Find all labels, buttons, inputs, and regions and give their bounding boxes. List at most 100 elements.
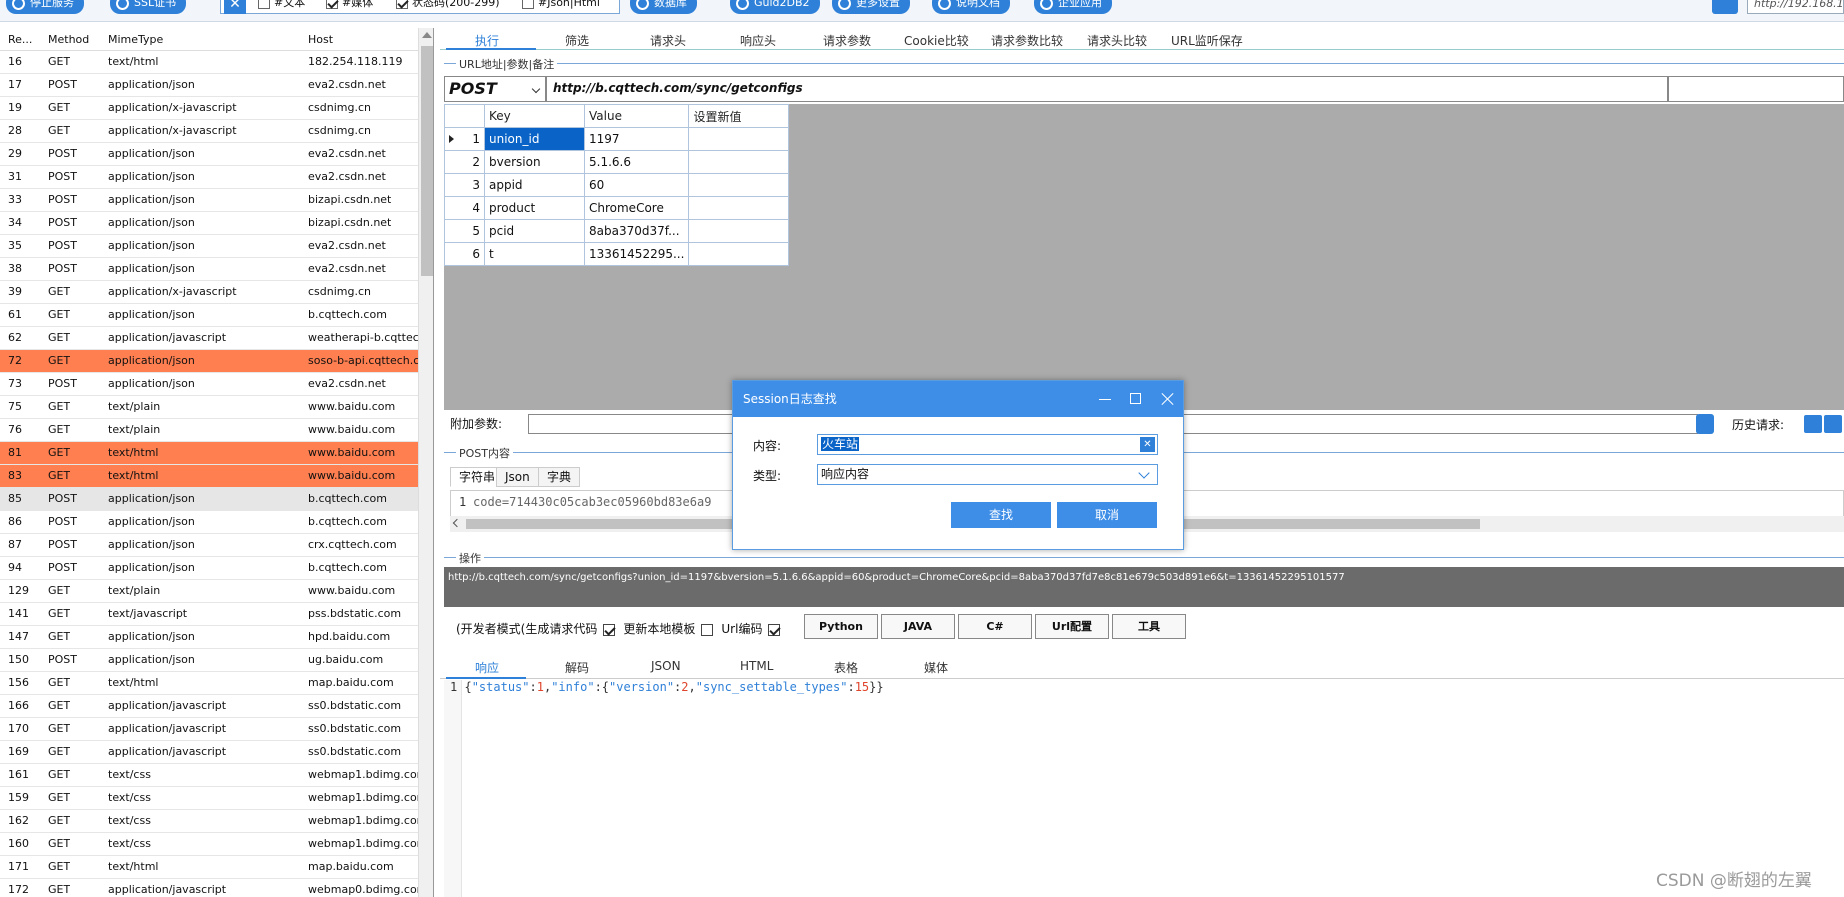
params-header-key[interactable]: Key [484,104,585,128]
param-key-cell[interactable]: product [484,196,585,220]
session-row[interactable]: 75 GET text/plain www.baidu.com [0,396,418,419]
params-header-new[interactable]: 设置新值 [688,104,790,128]
maximize-icon[interactable] [1130,393,1141,404]
url-encode-checkbox[interactable] [768,623,781,636]
session-row[interactable]: 166 GET application/javascript ss0.bdstatic… [0,695,418,718]
session-row[interactable]: 150 POST application/json ug.baidu.com [0,649,418,672]
session-row[interactable]: 159 GET text/css webmap1.bdimg.com [0,787,427,810]
session-row[interactable]: 33 POST application/json bizapi.csdn.net [0,189,418,212]
session-row[interactable]: 16 GET text/html 182.254.118.119 [0,51,418,74]
session-row[interactable]: 129 GET text/plain www.baidu.com [0,580,418,603]
tab-response[interactable]: 响应 [475,659,499,676]
tab-post-dict[interactable]: 字典 [538,467,581,487]
update-template-checkbox[interactable] [701,623,714,636]
param-value-cell[interactable]: 60 [583,173,690,197]
param-value-cell[interactable]: 5.1.6.6 [583,150,690,174]
param-row[interactable]: 4 product ChromeCore [444,196,790,220]
scroll-left-icon[interactable] [452,518,462,528]
prev-history-icon[interactable] [1824,415,1842,433]
tab-cookie-compare[interactable]: Cookie比较 [904,32,969,49]
session-row[interactable]: 171 GET text/html map.baidu.com [0,856,418,879]
settings-icon[interactable] [1696,414,1714,434]
guid2db2-button[interactable]: Guid2DB2 [730,0,820,14]
session-row[interactable]: 61 GET application/json b.cqttech.com [0,304,418,327]
session-row[interactable]: 169 GET application/javascript ss0.bdstatic… [0,741,418,764]
session-row[interactable]: 72 GET application/json soso-b-api.cqttech.… [0,350,426,373]
param-row[interactable]: 6 t 13361452295... [444,242,790,266]
session-row[interactable]: 62 GET application/javascript weatherapi-b.… [0,327,429,350]
session-scrollbar[interactable] [418,28,433,897]
filter-text-checkbox[interactable]: #文本 [258,0,305,12]
col-header-method[interactable]: Method [48,33,89,46]
tab-request-headers[interactable]: 请求头 [650,32,686,49]
clear-icon[interactable]: ✕ [1140,437,1155,452]
param-key-cell[interactable]: t [484,242,585,266]
url-config-button[interactable]: Url配置 [1035,614,1109,639]
filter-json-checkbox[interactable]: #Json|Html [522,0,600,12]
param-value-cell[interactable]: 1197 [583,127,690,151]
session-row[interactable]: 156 GET text/html map.baidu.com [0,672,418,695]
minimize-icon[interactable] [1098,392,1112,406]
java-button[interactable]: JAVA [881,614,955,639]
tab-json[interactable]: JSON [651,659,681,673]
param-key-cell[interactable]: union_id [484,127,585,151]
tab-filter[interactable]: 筛选 [565,32,589,49]
tab-execute[interactable]: 执行 [475,32,499,49]
python-button[interactable]: Python [804,614,878,639]
tab-params-compare[interactable]: 请求参数比较 [991,32,1063,49]
url-input[interactable]: http://192.168.1 [1747,0,1844,14]
params-header-value[interactable]: Value [583,104,690,128]
first-history-icon[interactable] [1804,415,1822,433]
dev-mode-checkbox[interactable] [603,623,616,636]
tab-post-json[interactable]: Json [496,467,539,487]
tab-headers-compare[interactable]: 请求头比较 [1087,32,1147,49]
scroll-thumb[interactable] [421,46,433,276]
session-row[interactable]: 160 GET text/css webmap1.bdimg.com [0,833,427,856]
param-row[interactable]: 3 appid 60 [444,173,790,197]
session-row[interactable]: 86 POST application/json b.cqttech.com [0,511,418,534]
filter-media-checkbox[interactable]: #媒体 [326,0,373,12]
session-row[interactable]: 39 GET application/x-javascript csdnimg.cn [0,281,418,304]
session-row[interactable]: 76 GET text/plain www.baidu.com [0,419,418,442]
session-row[interactable]: 81 GET text/html www.baidu.com [0,442,418,465]
session-row[interactable]: 17 POST application/json eva2.csdn.net [0,74,418,97]
param-new-cell[interactable] [688,242,790,266]
session-row[interactable]: 83 GET text/html www.baidu.com [0,465,418,488]
session-row[interactable]: 31 POST application/json eva2.csdn.net [0,166,418,189]
param-row[interactable]: 2 bversion 5.1.6.6 [444,150,790,174]
session-row[interactable]: 87 POST application/json crx.cqttech.com [0,534,418,557]
param-new-cell[interactable] [688,173,790,197]
tab-request-params[interactable]: 请求参数 [823,32,871,49]
tab-decode[interactable]: 解码 [565,659,589,676]
param-new-cell[interactable] [688,150,790,174]
more-settings-button[interactable]: 更多设置 [832,0,910,14]
csharp-button[interactable]: C# [958,614,1032,639]
param-value-cell[interactable]: 8aba370d37f... [583,219,690,243]
database-button[interactable]: 数据库 [630,0,697,14]
url-extra-input[interactable] [1668,76,1844,102]
content-input[interactable]: 火车站 ✕ [817,434,1158,455]
docs-button[interactable]: 说明文档 [932,0,1010,14]
tab-url-monitor-save[interactable]: URL监听保存 [1171,32,1243,49]
ssl-cert-button[interactable]: SSL证书 [110,0,187,14]
param-key-cell[interactable]: pcid [484,219,585,243]
param-new-cell[interactable] [688,196,790,220]
request-url-input[interactable]: http://b.cqttech.com/sync/getconfigs [546,76,1668,102]
tools-button[interactable]: 工具 [1112,614,1186,639]
enterprise-button[interactable]: 企业应用 [1034,0,1112,14]
session-row[interactable]: 94 POST application/json b.cqttech.com [0,557,418,580]
search-button[interactable]: 查找 [951,502,1051,528]
session-row[interactable]: 170 GET application/javascript ss0.bdstatic… [0,718,418,741]
param-row[interactable]: 5 pcid 8aba370d37f... [444,219,790,243]
session-row[interactable]: 147 GET application/json hpd.baidu.com [0,626,418,649]
method-select[interactable]: POST [444,76,546,102]
type-select[interactable]: 响应内容 [817,464,1158,485]
tab-response-headers[interactable]: 响应头 [740,32,776,49]
session-row[interactable]: 28 GET application/x-javascript csdnimg.cn [0,120,418,143]
session-row[interactable]: 19 GET application/x-javascript csdnimg.cn [0,97,418,120]
session-row[interactable]: 73 POST application/json eva2.csdn.net [0,373,418,396]
col-header-host[interactable]: Host [308,33,333,46]
response-body[interactable]: 1 {"status":1,"info":{"version":2,"sync_… [450,680,884,694]
filter-status-checkbox[interactable]: 状态码(200-299) [396,0,500,12]
session-row[interactable]: 35 POST application/json eva2.csdn.net [0,235,418,258]
